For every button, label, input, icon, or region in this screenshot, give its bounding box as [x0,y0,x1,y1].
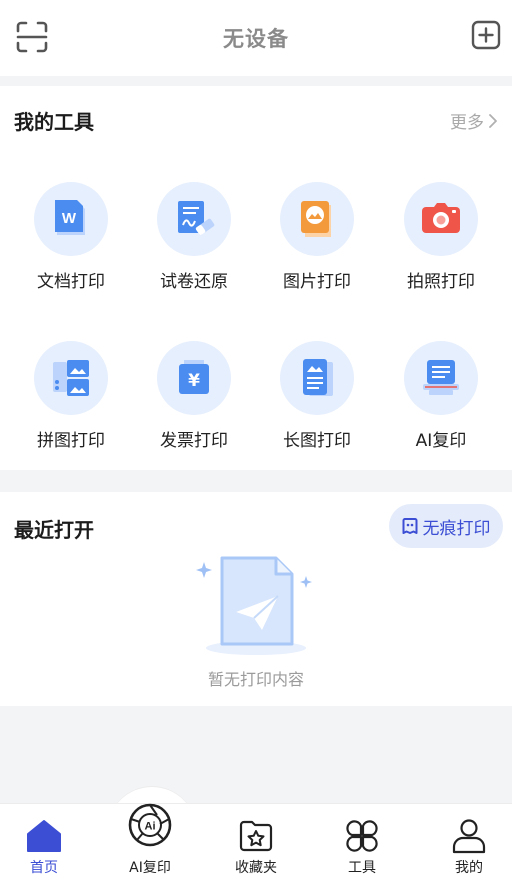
svg-text:Ai: Ai [145,821,156,833]
tool-label: AI复印 [415,431,467,451]
favorites-folder-icon [239,820,273,852]
bottom-tab-bar: 首页 Ai AI复印 收藏夹 工具 我的 [0,803,512,894]
chevron-right-icon [489,113,497,128]
more-label: 更多 [450,113,484,133]
svg-text:¥: ¥ [188,371,200,391]
my-tools-title: 我的工具 [14,110,94,134]
empty-paper-plane-icon [196,556,312,655]
tool-label: 拼图打印 [37,431,105,451]
tab-label: 我的 [455,860,483,876]
tool-image-print[interactable]: 图片打印 [257,182,377,292]
incognito-label: 无痕打印 [422,518,491,539]
incognito-icon [402,518,417,534]
incognito-print-button[interactable]: 无痕打印 [389,504,503,548]
tab-home[interactable]: 首页 [0,804,95,894]
recent-card: 最近打开 无痕打印 暂无打印内容 [0,492,512,706]
recent-title: 最近打开 [14,518,94,542]
image-print-icon [280,182,354,256]
word-document-icon: W [34,182,108,256]
add-device-icon[interactable] [471,20,501,50]
tool-photo-print[interactable]: 拍照打印 [381,182,501,292]
tool-invoice-print[interactable]: ¥ 发票打印 [134,341,254,451]
tab-favorites[interactable]: 收藏夹 [205,804,307,894]
exam-paper-eraser-icon [157,182,231,256]
ai-lens-icon: Ai [128,803,172,847]
tool-label: 文档打印 [37,272,105,292]
tab-ai-copy[interactable]: Ai AI复印 [99,790,201,881]
svg-text:W: W [62,210,77,227]
tool-document-print[interactable]: W 文档打印 [11,182,131,292]
more-tools-link[interactable]: 更多 [450,108,498,133]
tool-label: 拍照打印 [407,272,475,292]
tab-tools[interactable]: 工具 [311,804,413,894]
invoice-icon: ¥ [157,341,231,415]
camera-icon [404,182,478,256]
tab-label: 首页 [30,860,58,876]
tool-label: 发票打印 [160,431,228,451]
top-bar: 无设备 [0,0,512,76]
profile-icon [452,819,486,854]
my-tools-card: 我的工具 更多 W 文档打印 试卷还原 图片打印 拍照打印 拼图打印 ¥ 发票打… [0,86,512,470]
tab-label: 收藏夹 [235,860,277,876]
empty-state-text: 暂无打印内容 [207,670,304,689]
tab-label: 工具 [348,860,376,876]
tools-grid-icon [346,820,378,852]
tab-label: AI复印 [129,860,171,876]
tool-ai-copy[interactable]: AI复印 [381,341,501,451]
tool-label: 试卷还原 [160,272,228,292]
tab-profile[interactable]: 我的 [418,804,512,894]
long-image-icon [280,341,354,415]
scan-icon[interactable] [15,20,49,54]
tool-exam-restore[interactable]: 试卷还原 [134,182,254,292]
tool-label: 图片打印 [283,272,351,292]
home-icon [27,820,61,852]
collage-icon [34,341,108,415]
tool-long-image-print[interactable]: 长图打印 [257,341,377,451]
tool-label: 长图打印 [283,431,351,451]
tool-collage-print[interactable]: 拼图打印 [11,341,131,451]
device-status-title: 无设备 [223,27,289,51]
ai-copy-icon [404,341,478,415]
